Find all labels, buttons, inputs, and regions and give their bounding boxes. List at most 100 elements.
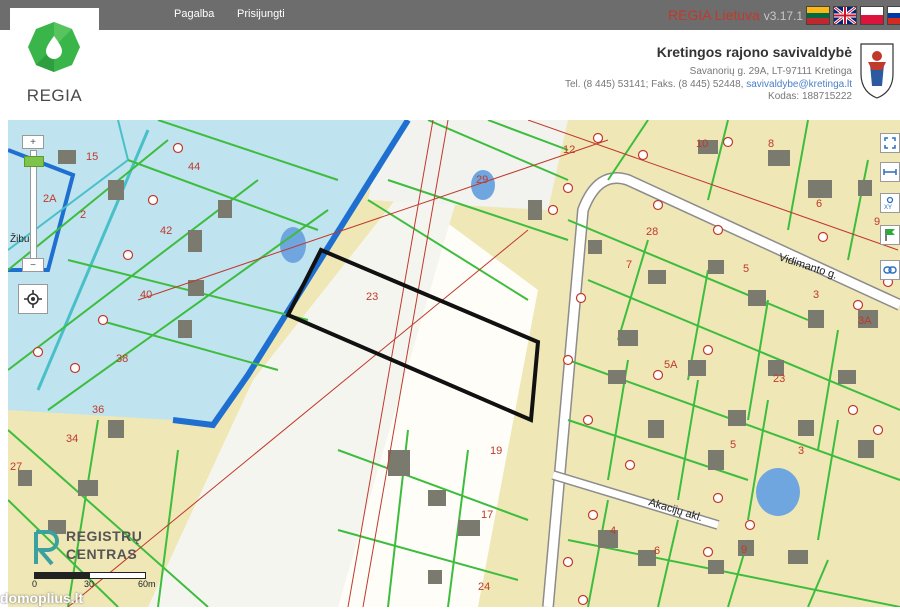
brand-version: v3.17.1 — [763, 9, 804, 23]
locate-button[interactable] — [18, 284, 48, 314]
link-button[interactable] — [880, 260, 900, 280]
cadastral-marker — [847, 404, 859, 416]
building — [768, 150, 790, 166]
parcel-number: 3A — [858, 315, 872, 327]
parcel-number: 27 — [10, 461, 22, 473]
xy-icon: XY — [884, 196, 894, 210]
building — [648, 420, 664, 438]
cadastral-marker — [744, 519, 756, 531]
building — [858, 180, 872, 196]
street-label-vidimanto: Vidimanto g. — [777, 251, 839, 281]
parcel-number: 17 — [481, 509, 493, 521]
cadastral-marker — [172, 142, 184, 154]
contacts-text: Tel. (8 445) 53141; Faks. (8 445) 52448, — [565, 79, 744, 90]
building — [608, 370, 626, 384]
building — [648, 270, 666, 284]
zoom-slider-handle[interactable] — [24, 156, 44, 167]
brand-name: REGIA Lietuva — [668, 7, 760, 23]
cadastral-marker — [97, 314, 109, 326]
parcel-line — [567, 539, 900, 607]
parcel-number: 8 — [768, 138, 774, 150]
xy-button[interactable]: XY — [880, 193, 900, 213]
parcel-number: 34 — [66, 433, 78, 445]
login-link[interactable]: Prisijungti — [237, 8, 285, 20]
cadastral-marker — [547, 204, 559, 216]
selected-parcel-label: 23 — [366, 291, 378, 303]
parcel-number: 12 — [563, 144, 575, 156]
building — [808, 180, 832, 198]
scale-label-60: 60m — [138, 579, 156, 589]
expand-icon — [884, 137, 896, 149]
building — [728, 410, 746, 426]
zoom-in-button[interactable]: + — [22, 135, 44, 149]
email-link[interactable]: savivaldybe@kretinga.lt — [746, 79, 852, 90]
cadastral-marker — [712, 492, 724, 504]
scale-label-30: 30 — [84, 579, 95, 589]
building — [188, 230, 202, 252]
parcel-number: 44 — [188, 161, 200, 173]
provider-name-line1: REGISTRŲ — [66, 528, 143, 544]
cadastral-marker — [562, 354, 574, 366]
building — [588, 240, 602, 254]
building — [428, 490, 446, 506]
parcel-line — [617, 239, 649, 341]
cadastral-marker — [852, 299, 864, 311]
parcel-number: 40 — [140, 289, 152, 301]
building — [108, 420, 124, 438]
flag-button[interactable] — [880, 225, 900, 245]
cadastral-marker — [652, 199, 664, 211]
municipality-code: Kodas: 188715222 — [768, 91, 852, 102]
building — [528, 200, 542, 220]
help-link[interactable]: Pagalba — [174, 8, 214, 20]
building — [858, 440, 874, 458]
building — [798, 420, 814, 436]
cadastral-marker — [122, 249, 134, 261]
parcel-line — [677, 379, 699, 501]
building — [458, 520, 480, 536]
scale-label-0: 0 — [32, 579, 38, 589]
en-flag-icon[interactable] — [833, 6, 857, 25]
parcel-number: 28 — [646, 226, 658, 238]
building — [58, 150, 76, 164]
parcel-line — [787, 120, 809, 231]
measure-button[interactable] — [880, 162, 900, 182]
building — [708, 560, 724, 574]
parcel-number: 9 — [741, 544, 747, 556]
parcel-number: 2A — [43, 193, 57, 205]
ru-flag-icon[interactable] — [887, 6, 900, 25]
zoom-out-button[interactable]: − — [22, 258, 44, 272]
link-icon — [883, 266, 897, 274]
parcel-number: 15 — [86, 151, 98, 163]
registru-centras-icon — [34, 530, 59, 566]
parcel-number: 2 — [80, 209, 86, 221]
cadastral-marker — [562, 182, 574, 194]
parcel-line — [807, 559, 829, 607]
cadastral-marker — [32, 346, 44, 358]
parcel-number: 4 — [610, 525, 616, 537]
parcel-number: 6 — [654, 545, 660, 557]
regia-logo[interactable]: REGIA — [10, 8, 99, 118]
pl-flag-icon[interactable] — [860, 6, 884, 25]
cadastral-marker — [577, 594, 589, 606]
measure-icon — [883, 169, 897, 175]
parcel-line — [657, 519, 679, 607]
cadastral-marker — [592, 132, 604, 144]
parcel-number: 42 — [160, 225, 172, 237]
building — [788, 550, 808, 564]
expand-button[interactable] — [880, 133, 900, 153]
cadastral-marker — [575, 292, 587, 304]
parcel-number: 5 — [730, 439, 736, 451]
lt-flag-icon[interactable] — [806, 6, 830, 25]
building — [708, 260, 724, 274]
parcel-number: 29 — [476, 174, 488, 186]
cadastral-marker — [69, 362, 81, 374]
cadastral-marker — [147, 194, 159, 206]
parcel-number: 3 — [798, 445, 804, 457]
top-bar: Pagalba Prisijungti REGIA Lietuva v3.17.… — [0, 0, 900, 30]
coat-of-arms-icon — [860, 43, 894, 99]
building — [618, 330, 638, 346]
flag-icon — [885, 229, 895, 241]
parcel-number: 36 — [92, 404, 104, 416]
municipality-address: Savanorių g. 29A, LT-97111 Kretinga — [689, 66, 852, 77]
pond — [756, 468, 800, 516]
